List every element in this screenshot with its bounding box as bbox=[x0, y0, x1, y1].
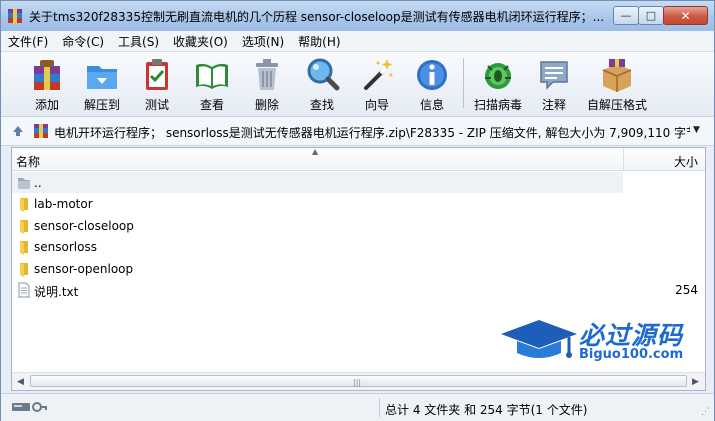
delete-button[interactable]: 删除 bbox=[241, 54, 293, 112]
sfx-label: 自解压格式 bbox=[586, 98, 647, 112]
file-size: 254 bbox=[675, 282, 698, 297]
status-summary: 总计 4 文件夹 和 254 字节(1 个文件) bbox=[385, 403, 588, 417]
file-name: sensor-closeloop bbox=[34, 218, 134, 233]
sfx-button[interactable]: 自解压格式 bbox=[583, 54, 651, 112]
info-icon bbox=[417, 60, 447, 90]
archive-icon bbox=[34, 124, 48, 138]
add-button[interactable]: 添加 bbox=[21, 54, 73, 112]
archive-path: 电机开环运行程序； sensorloss是测试无传感器电机运行程序.zip\F2… bbox=[54, 126, 690, 140]
up-folder-icon[interactable] bbox=[11, 124, 25, 138]
delete-label: 删除 bbox=[254, 98, 279, 112]
test-label: 测试 bbox=[144, 98, 169, 112]
address-bar[interactable]: 电机开环运行程序； sensorloss是测试无传感器电机运行程序.zip\F2… bbox=[1, 117, 714, 146]
menu-file[interactable]: 文件(F) bbox=[1, 33, 55, 50]
parent-folder-icon bbox=[18, 178, 30, 189]
close-button[interactable]: ✕ bbox=[663, 6, 708, 25]
add-label: 添加 bbox=[34, 98, 59, 112]
find-button[interactable]: 查找 bbox=[296, 54, 348, 112]
comment-button[interactable]: 注释 bbox=[528, 54, 580, 112]
scroll-right-icon[interactable]: ▶ bbox=[692, 377, 699, 387]
virus-scan-icon bbox=[485, 63, 511, 89]
menu-bar: 文件(F) 命令(C) 工具(S) 收藏夹(O) 选项(N) 帮助(H) bbox=[1, 31, 714, 52]
folder-icon bbox=[20, 241, 28, 256]
sort-ascending-icon: ▲ bbox=[312, 147, 319, 156]
toolbar-separator bbox=[463, 58, 464, 108]
table-row[interactable]: 说明.txt 254 bbox=[12, 279, 705, 300]
menu-commands[interactable]: 命令(C) bbox=[55, 33, 111, 50]
toolbar: 添加 解压到 测试 查看 删除 查找 向导 信息 扫描病毒 注释 自解压格式 bbox=[1, 52, 714, 117]
test-clipboard-icon bbox=[146, 59, 168, 90]
file-name: sensor-openloop bbox=[34, 261, 134, 276]
folder-icon bbox=[20, 198, 28, 213]
info-button[interactable]: 信息 bbox=[406, 54, 458, 112]
text-file-icon bbox=[18, 282, 30, 298]
file-name: .. bbox=[34, 176, 42, 190]
maximize-button[interactable]: □ bbox=[638, 6, 664, 25]
list-header: 名称 ▲ 大小 bbox=[12, 147, 705, 171]
table-row[interactable]: sensorloss bbox=[12, 236, 705, 257]
file-name: sensorloss bbox=[34, 240, 97, 255]
title-bar[interactable]: 关于tms320f28335控制无刷直流电机的几个历程 sensor-close… bbox=[1, 1, 714, 31]
table-row[interactable]: sensor-openloop bbox=[12, 258, 705, 279]
grip-icon: ||| bbox=[353, 378, 362, 387]
trash-icon bbox=[256, 59, 278, 90]
menu-tools[interactable]: 工具(S) bbox=[111, 33, 166, 50]
winrar-window: 关于tms320f28335控制无刷直流电机的几个历程 sensor-close… bbox=[0, 0, 715, 421]
extract-folder-icon bbox=[87, 66, 117, 89]
scan-virus-label: 扫描病毒 bbox=[473, 98, 522, 112]
find-label: 查找 bbox=[309, 98, 334, 112]
extract-to-button[interactable]: 解压到 bbox=[76, 54, 128, 112]
scrollbar-thumb[interactable]: ||| bbox=[30, 375, 687, 387]
add-archive-icon bbox=[34, 60, 60, 90]
menu-favorites[interactable]: 收藏夹(O) bbox=[166, 33, 235, 50]
column-header-name[interactable]: 名称 bbox=[16, 153, 40, 170]
horizontal-scrollbar[interactable]: ◀ ||| ▶ bbox=[12, 372, 705, 390]
chevron-down-icon[interactable]: ▼ bbox=[693, 125, 700, 135]
extract-to-label: 解压到 bbox=[83, 98, 120, 112]
window-title: 关于tms320f28335控制无刷直流电机的几个历程 sensor-close… bbox=[29, 10, 604, 24]
view-book-icon bbox=[196, 63, 228, 89]
table-row-parent[interactable]: .. bbox=[12, 172, 623, 194]
view-label: 查看 bbox=[199, 98, 224, 112]
wizard-button[interactable]: 向导 bbox=[351, 54, 403, 112]
sfx-box-icon bbox=[602, 59, 632, 92]
scroll-left-icon[interactable]: ◀ bbox=[17, 377, 24, 387]
graduation-cap-logo bbox=[501, 320, 577, 358]
status-divider bbox=[379, 398, 380, 417]
table-row[interactable]: lab-motor bbox=[12, 193, 705, 214]
watermark: 必过源码 Biguo100.com bbox=[499, 314, 699, 366]
folder-icon bbox=[20, 219, 28, 234]
wizard-wand-icon bbox=[364, 59, 393, 90]
drive-key-icon[interactable] bbox=[11, 400, 47, 414]
file-name: 说明.txt bbox=[34, 284, 79, 299]
scan-virus-button[interactable]: 扫描病毒 bbox=[469, 54, 527, 112]
wizard-label: 向导 bbox=[364, 98, 389, 112]
winrar-app-icon[interactable] bbox=[7, 8, 23, 24]
column-header-size[interactable]: 大小 bbox=[612, 153, 698, 170]
info-label: 信息 bbox=[419, 98, 444, 112]
status-bar: 总计 4 文件夹 和 254 字节(1 个文件) ⋰ bbox=[1, 393, 714, 421]
file-list[interactable]: 名称 ▲ 大小 .. lab-motor sensor-closeloop se… bbox=[11, 147, 706, 391]
view-button[interactable]: 查看 bbox=[186, 54, 238, 112]
comment-label: 注释 bbox=[541, 98, 566, 112]
resize-grip-icon[interactable]: ⋰ bbox=[701, 407, 710, 417]
table-row[interactable]: sensor-closeloop bbox=[12, 215, 705, 236]
menu-help[interactable]: 帮助(H) bbox=[291, 33, 347, 50]
folder-icon bbox=[20, 262, 28, 277]
file-name: lab-motor bbox=[34, 197, 93, 212]
magnifier-icon bbox=[307, 58, 340, 91]
minimize-button[interactable]: — bbox=[613, 6, 639, 25]
test-button[interactable]: 测试 bbox=[131, 54, 183, 112]
menu-options[interactable]: 选项(N) bbox=[235, 33, 291, 50]
watermark-subtitle: Biguo100.com bbox=[579, 347, 684, 362]
comment-icon bbox=[540, 61, 568, 90]
